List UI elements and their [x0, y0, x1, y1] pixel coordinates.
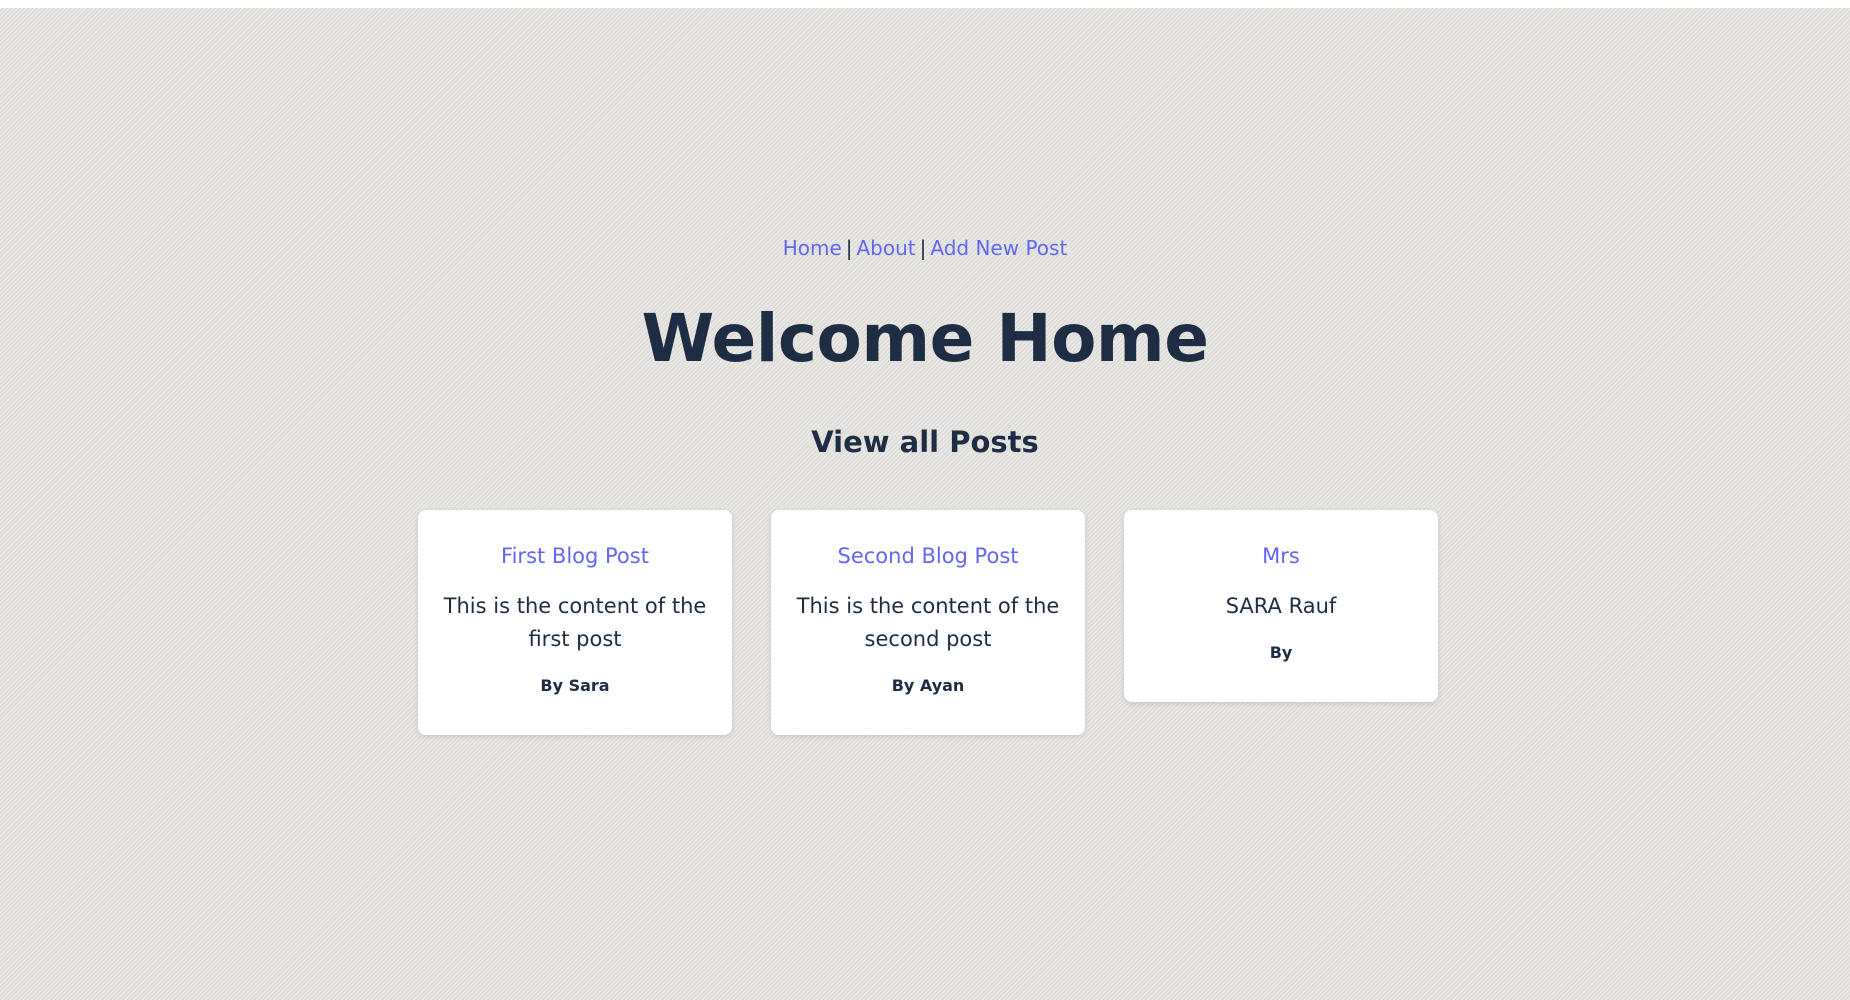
nav-separator: |: [919, 236, 927, 260]
page-title: Welcome Home: [641, 300, 1209, 377]
nav-link-home[interactable]: Home: [783, 236, 842, 260]
post-title-link[interactable]: First Blog Post: [436, 544, 714, 568]
top-nav: Home | About | Add New Post: [0, 236, 1850, 260]
post-title-link[interactable]: Mrs: [1142, 544, 1420, 568]
post-list: First Blog Post This is the content of t…: [418, 510, 1438, 735]
post-author: By Ayan: [891, 676, 965, 695]
post-author: By: [1269, 643, 1293, 662]
nav-link-about[interactable]: About: [857, 236, 916, 260]
post-content: This is the content of the second post: [796, 594, 1060, 651]
post-card: Second Blog Post This is the content of …: [771, 510, 1085, 735]
post-card: First Blog Post This is the content of t…: [418, 510, 732, 735]
post-content: This is the content of the first post: [443, 594, 707, 651]
post-content: SARA Rauf: [1225, 594, 1337, 618]
page: Home | About | Add New Post Welcome Home Vie…: [0, 0, 1850, 1000]
post-author: By Sara: [540, 676, 610, 695]
post-card: Mrs SARA Rauf By: [1124, 510, 1438, 702]
nav-separator: |: [845, 236, 853, 260]
nav-link-add-new-post[interactable]: Add New Post: [930, 236, 1067, 260]
posts-heading: View all Posts: [811, 425, 1039, 459]
post-title-link[interactable]: Second Blog Post: [789, 544, 1067, 568]
